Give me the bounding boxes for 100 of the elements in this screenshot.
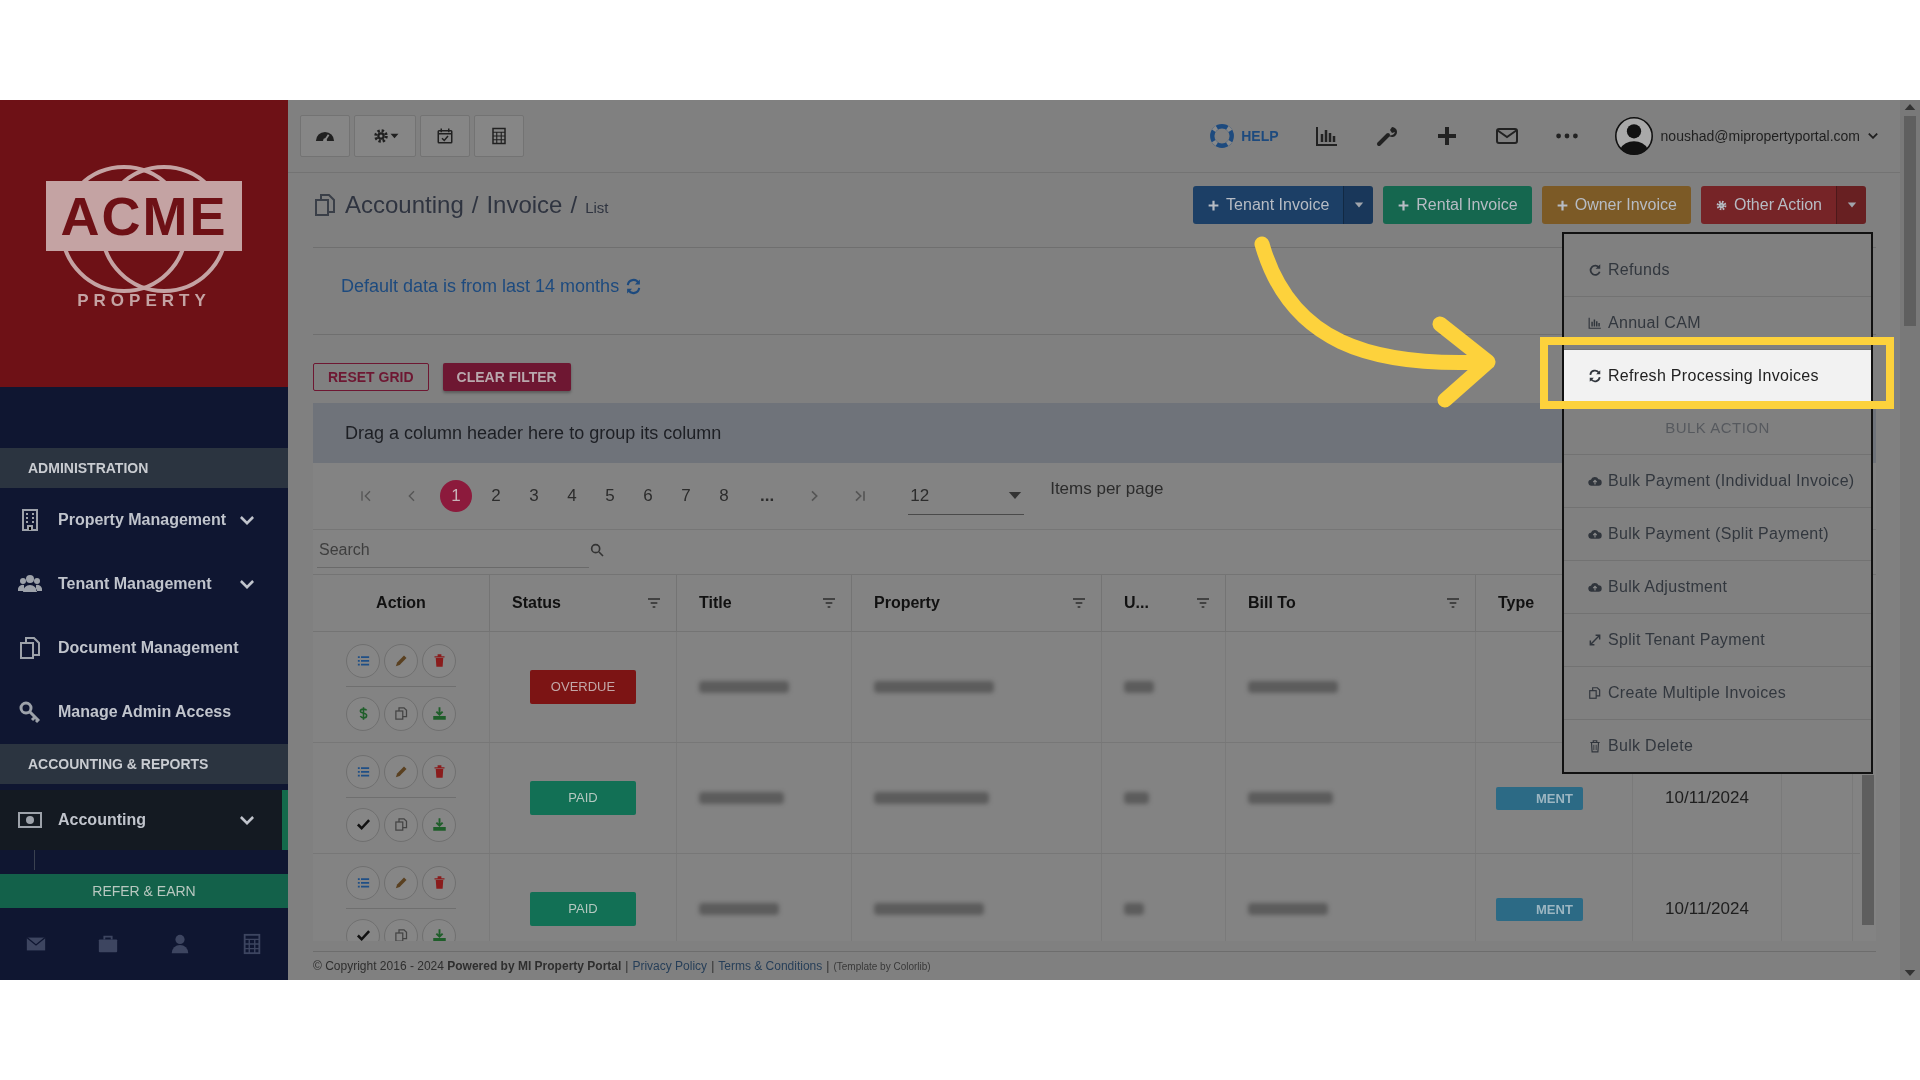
page-ellipsis[interactable]: ... [760,486,775,506]
pencil-icon [393,875,409,890]
column-header[interactable]: Status [512,594,561,612]
menu-item[interactable]: Bulk Adjustment [1564,560,1871,613]
action-button[interactable]: Rental Invoice [1383,186,1532,224]
filter-icon[interactable] [1071,595,1087,611]
footer-link[interactable]: Terms & Conditions [718,959,823,973]
list-icon [355,875,371,890]
row-action-button[interactable] [384,865,418,900]
breadcrumb-item[interactable]: Accounting [345,191,464,219]
menu-item[interactable]: Bulk Delete [1564,719,1871,772]
sidebar-item-label: Manage Admin Access [58,703,233,721]
cloud-upload-icon [1588,527,1602,541]
refer-earn-button[interactable]: REFER & EARN [0,874,288,908]
menu-item[interactable]: Bulk Payment (Individual Invoice) [1564,454,1871,507]
page-button[interactable]: 6 [634,480,662,512]
sidebar-item-label: Accounting [58,811,147,829]
row-action-button[interactable] [422,865,456,900]
filter-icon[interactable] [1445,595,1461,611]
page-button[interactable]: 3 [520,480,548,512]
settings-icon [371,127,390,145]
user-menu[interactable]: noushad@mipropertyportal.com [1614,117,1878,155]
menu-item[interactable]: Create Multiple Invoices [1564,666,1871,719]
copy-icon [393,706,409,721]
page-button[interactable]: 7 [672,480,700,512]
row-action-button[interactable] [346,865,380,900]
filter-icon[interactable] [821,595,837,611]
plus-icon [1555,198,1569,212]
pencil-icon [393,764,409,779]
filter-icon[interactable] [646,595,662,611]
gauge-icon [315,130,335,142]
search-field[interactable]: Search [317,532,589,568]
avatar-icon [1614,117,1653,155]
column-header[interactable]: Action [376,594,426,612]
column-header[interactable]: Type [1498,594,1535,612]
status-badge: OVERDUE [530,670,636,704]
dropdown-toggle[interactable] [1343,186,1374,224]
page-button[interactable]: 2 [482,480,510,512]
breadcrumb-item: List [585,199,609,216]
page-button[interactable]: 8 [710,480,738,512]
settings-button[interactable] [354,115,416,157]
page-button[interactable]: 5 [596,480,624,512]
reset-grid-button[interactable]: RESET GRID [313,363,429,391]
calculator-button[interactable] [474,115,524,157]
page-size-select[interactable]: 12 [908,477,1025,515]
scroll-thumb[interactable] [1862,775,1874,925]
sidebar-item[interactable]: Accounting [0,790,288,850]
bar-chart-icon[interactable] [1314,124,1339,148]
column-header[interactable]: U... [1124,594,1149,612]
calendar-button[interactable] [420,115,470,157]
clear-filter-button[interactable]: CLEAR FILTER [442,363,571,391]
menu-item[interactable]: Bulk Payment (Split Payment) [1564,507,1871,560]
section-header: ACCOUNTING & REPORTS [0,744,288,784]
sidebar-item[interactable]: Property Management [0,488,288,552]
footer-link[interactable]: Privacy Policy [632,959,708,973]
sidebar-item[interactable]: Manage Admin Access [0,680,288,744]
filter-icon[interactable] [1195,595,1211,611]
row-action-button[interactable] [384,754,418,789]
wrench-icon[interactable] [1374,124,1399,148]
check-icon [355,928,371,941]
column-header[interactable]: Title [699,594,732,612]
logo-wordmark: ACME [46,180,242,251]
page-button[interactable]: 1 [440,480,472,512]
menu-item[interactable]: Refunds [1564,244,1871,296]
section-header: ADMINISTRATION [0,448,288,488]
table-cell: 10/11/2024 [1665,788,1749,808]
action-button[interactable]: Owner Invoice [1541,186,1691,224]
sidebar-item[interactable]: Document Management [0,616,288,680]
dashboard-button[interactable] [300,115,350,157]
settings-icon [1714,198,1728,212]
row-action-button[interactable] [422,754,456,789]
scroll-down-icon [1904,969,1916,977]
dropdown-toggle[interactable] [1836,186,1866,224]
briefcase-icon[interactable] [97,933,119,955]
footer-separator: | [826,959,830,973]
action-button[interactable]: Other Action [1700,186,1836,224]
row-action-button[interactable] [346,754,380,789]
user-icon[interactable] [169,933,191,955]
breadcrumb-item[interactable]: Invoice [486,191,563,219]
column-header[interactable]: Property [874,594,940,612]
download-icon [431,928,447,941]
scroll-thumb[interactable] [1904,116,1916,326]
credit-text: (Template by Colorlib) [833,960,931,972]
refresh-icon[interactable] [625,277,643,295]
sidebar-item[interactable]: Tenant Management [0,552,288,616]
menu-item[interactable]: Split Tenant Payment [1564,613,1871,666]
action-button[interactable]: Tenant Invoice [1193,186,1344,224]
row-action-button[interactable] [422,643,456,678]
column-header[interactable]: Bill To [1248,594,1296,612]
row-action-button[interactable] [384,643,418,678]
page-button[interactable]: 4 [558,480,586,512]
menu-item[interactable]: Refresh Processing Invoices [1564,349,1871,402]
help-link[interactable]: HELP [1209,123,1279,149]
row-action-button[interactable] [346,643,380,678]
refresh-icon [1588,369,1602,383]
calculator-icon[interactable] [241,933,263,955]
check-icon [355,817,371,832]
page-scrollbar[interactable] [1900,100,1920,980]
pencil-icon [393,653,409,668]
row-action-button[interactable] [346,807,380,842]
